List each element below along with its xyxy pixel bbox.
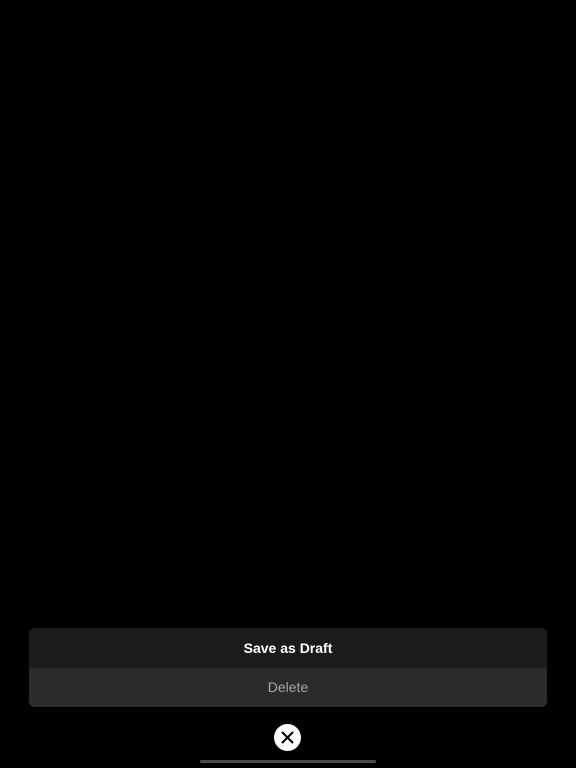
home-indicator: [200, 760, 376, 763]
delete-button[interactable]: Delete: [29, 667, 547, 707]
screen: Save as Draft Delete: [0, 0, 576, 768]
save-as-draft-button[interactable]: Save as Draft: [29, 628, 547, 668]
close-button[interactable]: [274, 724, 301, 751]
action-sheet: Save as Draft Delete: [29, 628, 547, 707]
close-icon: [281, 731, 294, 744]
